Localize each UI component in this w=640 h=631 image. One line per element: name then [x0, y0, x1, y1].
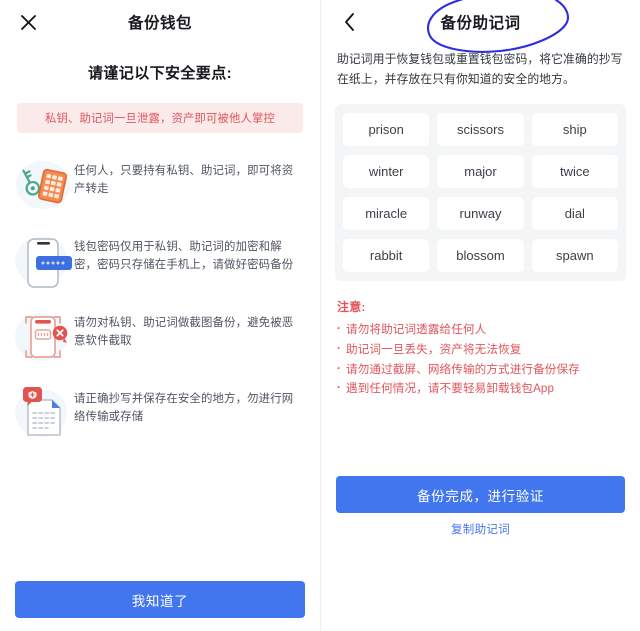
mnemonic-word[interactable]: ship	[531, 112, 618, 146]
no-screenshot-icon	[12, 306, 74, 368]
backup-mnemonic-screen: 备份助记词 助记词用于恢复钱包或重置钱包密码，将它准确的抄写在纸上，并存放在只有…	[320, 0, 640, 631]
security-tips-list: 任何人，只要持有私钥、助记词，即可将资产转走 钱包密码仅用于私钥、助记词的加密和…	[0, 147, 320, 451]
left-header: 备份钱包	[0, 0, 320, 46]
phone-password-icon	[12, 230, 74, 292]
list-item-label: 请正确抄写并保存在安全的地方，勿进行网络传输或存储	[74, 393, 294, 424]
mnemonic-word-grid: prison scissors ship winter major twice …	[335, 103, 626, 281]
warning-banner: 私钥、助记词一旦泄露，资产即可被他人掌控	[17, 103, 303, 133]
page-title: 备份助记词	[440, 15, 521, 32]
list-item-label: 钱包密码仅用于私钥、助记词的加密和解密，密码只存储在手机上，请做好密码备份	[74, 241, 294, 272]
page-title: 备份钱包	[127, 15, 192, 32]
notes-section: 注意: 请勿将助记词透露给任何人 助记词一旦丢失，资产将无法恢复 请勿通过截屏、…	[337, 298, 624, 400]
warning-banner-text: 私钥、助记词一旦泄露，资产即可被他人掌控	[45, 113, 275, 125]
mnemonic-word[interactable]: spawn	[531, 238, 618, 272]
mnemonic-word[interactable]: major	[437, 154, 524, 188]
list-item: 钱包密码仅用于私钥、助记词的加密和解密，密码只存储在手机上，请做好密码备份	[0, 223, 320, 299]
mnemonic-word[interactable]: rabbit	[343, 238, 430, 272]
list-item: 请正确抄写并保存在安全的地方，勿进行网络传输或存储	[0, 375, 320, 451]
note-item: 助记词一旦丢失，资产将无法恢复	[337, 339, 624, 360]
backup-complete-verify-button[interactable]: 备份完成，进行验证	[336, 476, 625, 513]
backup-wallet-screen: 备份钱包 请谨记以下安全要点: 私钥、助记词一旦泄露，资产即可被他人掌控 任何人…	[0, 0, 320, 631]
mnemonic-word[interactable]: scissors	[437, 112, 524, 146]
notes-heading: 注意:	[337, 299, 366, 314]
right-header: 备份助记词	[321, 0, 640, 46]
list-item: 任何人，只要持有私钥、助记词，即可将资产转走	[0, 147, 320, 223]
note-item: 请勿将助记词透露给任何人	[337, 319, 624, 340]
i-know-button[interactable]: 我知道了	[15, 581, 305, 618]
list-item: 请勿对私钥、助记词做截图备份，避免被恶意软件截取	[0, 299, 320, 375]
section-title: 请谨记以下安全要点:	[88, 65, 232, 82]
note-item: 请勿通过截屏、网络传输的方式进行备份保存	[337, 359, 624, 380]
copy-mnemonic-link[interactable]: 复制助记词	[321, 521, 640, 537]
list-item-label: 请勿对私钥、助记词做截图备份，避免被恶意软件截取	[74, 317, 294, 348]
secure-document-icon	[12, 382, 74, 444]
dual-screen-container: 备份钱包 请谨记以下安全要点: 私钥、助记词一旦泄露，资产即可被他人掌控 任何人…	[0, 0, 640, 631]
mnemonic-word[interactable]: runway	[437, 196, 524, 230]
mnemonic-word[interactable]: miracle	[343, 196, 430, 230]
mnemonic-word[interactable]: dial	[531, 196, 618, 230]
mnemonic-word[interactable]: winter	[343, 154, 430, 188]
mnemonic-intro-text: 助记词用于恢复钱包或重置钱包密码，将它准确的抄写在纸上，并存放在只有你知道的安全…	[337, 52, 623, 86]
mnemonic-word[interactable]: blossom	[437, 238, 524, 272]
mnemonic-word[interactable]: prison	[343, 112, 430, 146]
key-and-keypad-icon	[12, 154, 74, 216]
note-item: 遇到任何情况，请不要轻易卸载钱包App	[337, 378, 624, 399]
list-item-label: 任何人，只要持有私钥、助记词，即可将资产转走	[74, 165, 294, 196]
mnemonic-word[interactable]: twice	[531, 154, 618, 188]
